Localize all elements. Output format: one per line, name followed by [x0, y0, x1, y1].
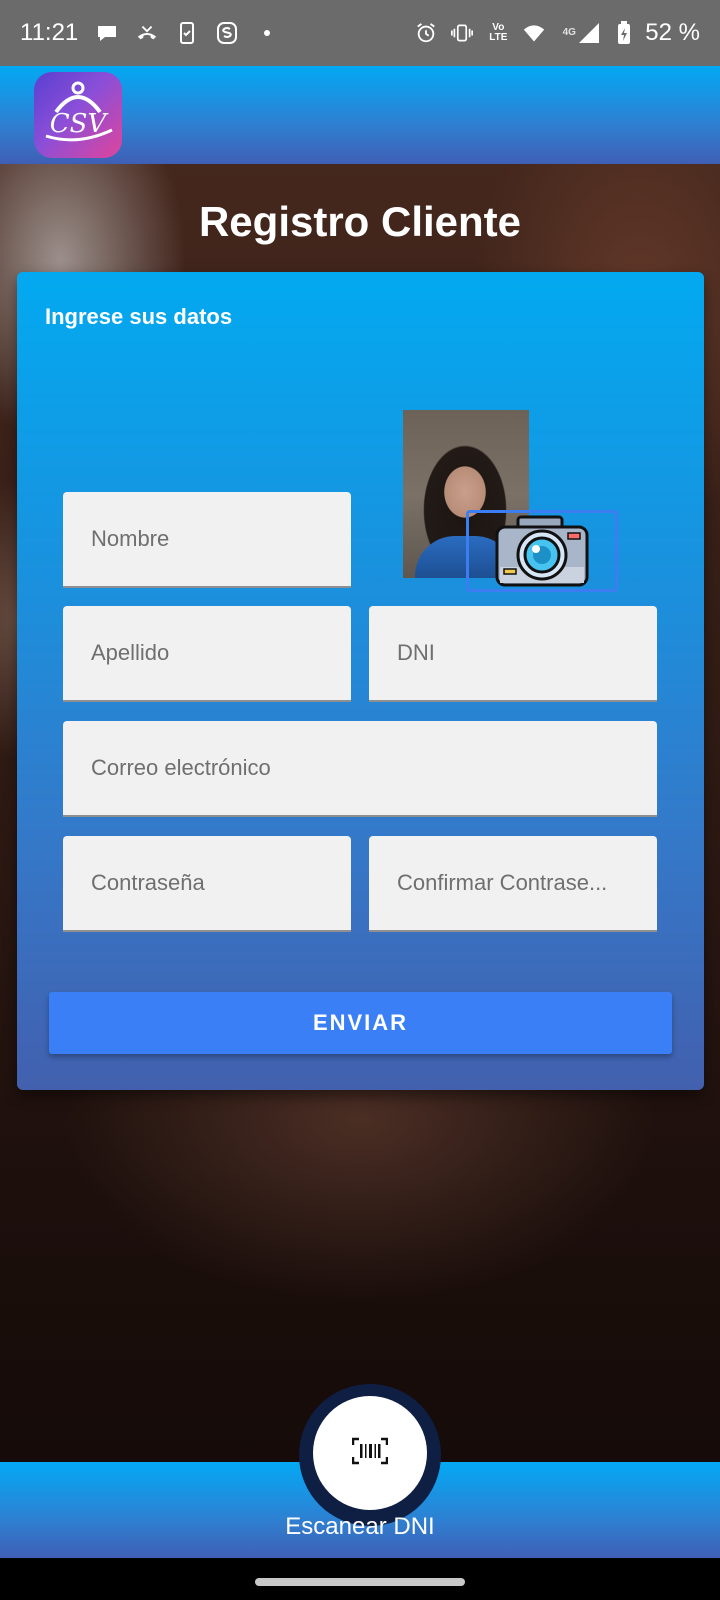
- dot-icon: [256, 22, 278, 44]
- apellido-field[interactable]: Apellido: [63, 606, 351, 702]
- scan-dni-button[interactable]: [313, 1396, 427, 1510]
- signal-icon: 4G: [559, 22, 603, 44]
- network-type: 4G: [562, 27, 576, 38]
- status-time: 11:21: [20, 19, 79, 46]
- s-app-icon: [216, 22, 238, 44]
- apellido-placeholder: Apellido: [91, 640, 170, 665]
- email-placeholder: Correo electrónico: [91, 755, 271, 780]
- nombre-field[interactable]: Nombre: [63, 492, 351, 588]
- email-field[interactable]: Correo electrónico: [63, 721, 657, 817]
- form-subtitle: Ingrese sus datos: [45, 304, 233, 329]
- volte-icon: Vo LTE: [489, 22, 508, 43]
- scan-dni-label[interactable]: Escanear DNI: [0, 1513, 720, 1541]
- registration-card: Ingrese sus datos Nombre Apellido DNI Co…: [17, 272, 704, 1090]
- confirm-password-field[interactable]: Confirmar Contrase...: [369, 836, 657, 932]
- app-logo[interactable]: CSV: [34, 72, 122, 158]
- submit-button[interactable]: ENVIAR: [49, 992, 672, 1054]
- page-title: Registro Cliente: [198, 198, 522, 245]
- chat-icon: [96, 22, 118, 44]
- dni-field[interactable]: DNI: [369, 606, 657, 702]
- phone-check-icon: [176, 22, 198, 44]
- alarm-icon: [415, 22, 437, 44]
- nombre-placeholder: Nombre: [91, 526, 170, 551]
- wifi-icon: [523, 22, 545, 44]
- vibrate-icon: [451, 22, 474, 44]
- home-gesture-handle[interactable]: [255, 1578, 465, 1586]
- password-placeholder: Contraseña: [91, 870, 205, 895]
- battery-level: 52 %: [645, 19, 700, 46]
- status-bar: 11:21 Vo LTE 4G 52 %: [0, 0, 720, 66]
- missed-call-icon: [136, 22, 158, 44]
- battery-charging-icon: [617, 21, 631, 44]
- password-field[interactable]: Contraseña: [63, 836, 351, 932]
- app-bar: CSV: [0, 66, 720, 164]
- dni-placeholder: DNI: [397, 640, 435, 665]
- camera-icon[interactable]: [494, 514, 590, 590]
- svg-text:CSV: CSV: [50, 109, 109, 139]
- barcode-scan-icon: [351, 1437, 389, 1470]
- confirm-password-placeholder: Confirmar Contrase...: [397, 870, 608, 895]
